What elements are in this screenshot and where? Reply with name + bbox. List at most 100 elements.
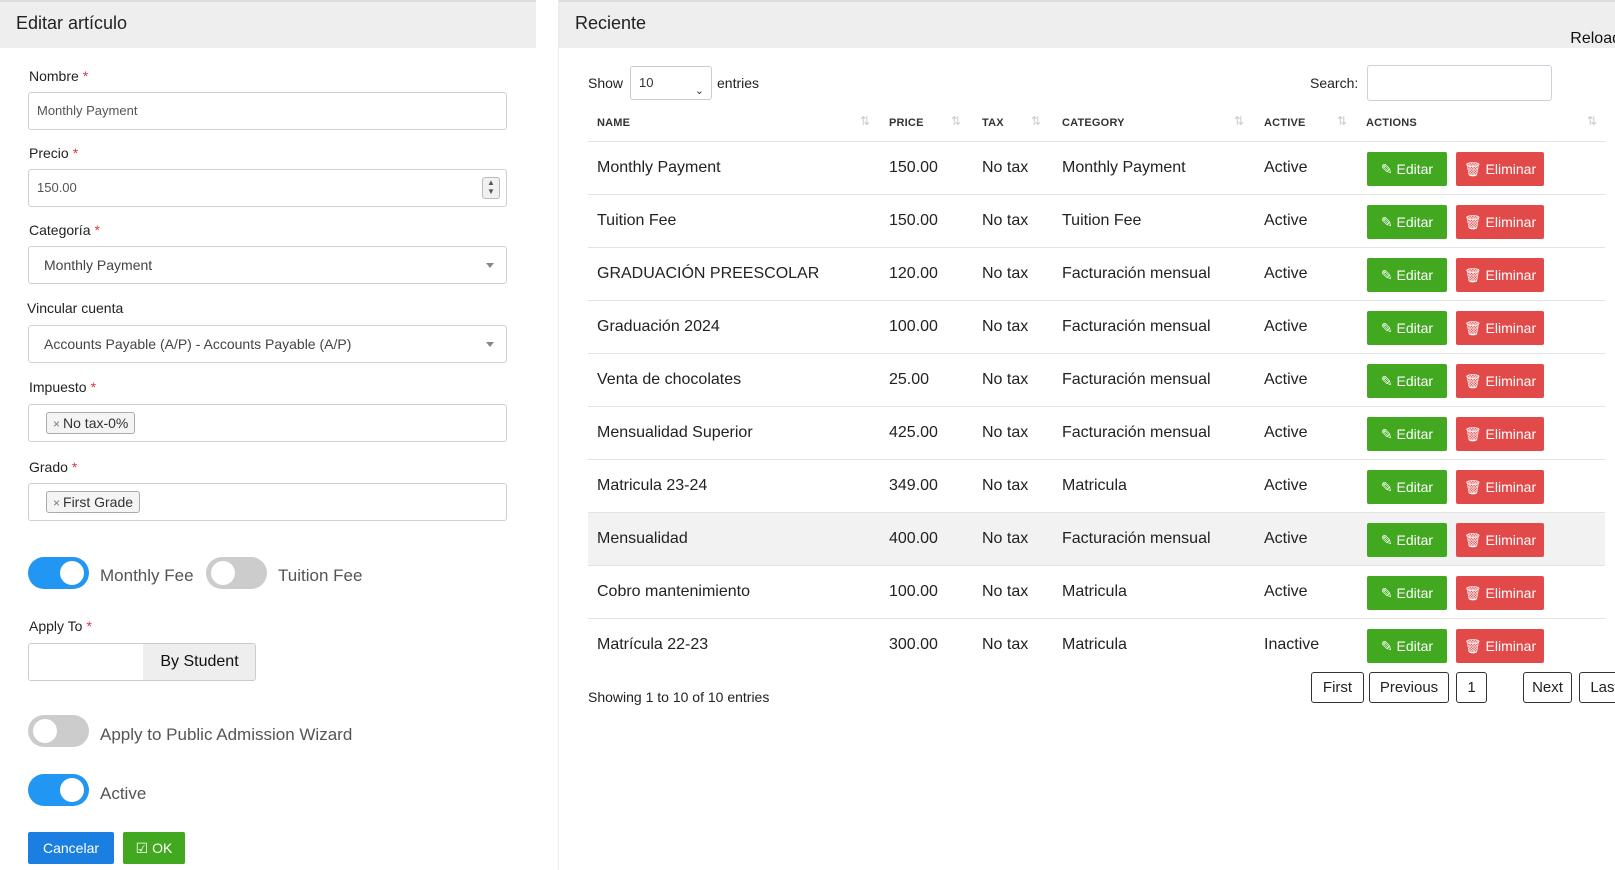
edit-button[interactable]: ✎ Editar	[1367, 576, 1447, 610]
sort-icon[interactable]: ⇅	[1031, 114, 1041, 128]
trash-icon: 🗑	[1463, 267, 1482, 283]
grado-label: Grado *	[29, 459, 78, 475]
pagination-previous[interactable]: Previous	[1369, 672, 1449, 703]
delete-button[interactable]: 🗑 Eliminar	[1456, 576, 1544, 610]
delete-button[interactable]: 🗑 Eliminar	[1456, 311, 1544, 345]
delete-label: Eliminar	[1485, 373, 1537, 389]
column-header-price[interactable]: PRICE	[889, 117, 924, 129]
cell-active: Active	[1264, 318, 1308, 335]
table-row: Venta de chocolates 25.00 No tax Facturació…	[588, 353, 1605, 406]
delete-button[interactable]: 🗑 Eliminar	[1456, 364, 1544, 398]
pagination-first[interactable]: First	[1311, 672, 1364, 703]
active-toggle[interactable]	[28, 774, 89, 806]
cell-tax: No tax	[982, 159, 1029, 176]
page-length-select[interactable]: 10 ⌄	[630, 66, 712, 100]
edit-button[interactable]: ✎ Editar	[1367, 417, 1447, 451]
trash-icon: 🗑	[1463, 532, 1482, 548]
sort-icon[interactable]: ⇅	[1587, 114, 1597, 128]
apply-to-empty-segment[interactable]	[29, 644, 143, 680]
cell-category: Facturación mensual	[1062, 318, 1211, 335]
edit-button[interactable]: ✎ Editar	[1367, 629, 1447, 663]
cell-name: Tuition Fee	[597, 212, 677, 229]
cell-tax: No tax	[982, 265, 1029, 282]
cell-tax: No tax	[982, 530, 1029, 547]
public-wizard-label: Apply to Public Admission Wizard	[100, 725, 353, 744]
table-row: Tuition Fee 150.00 No tax Tuition Fee Active…	[588, 194, 1605, 247]
monthly-fee-label: Monthly Fee	[100, 566, 194, 585]
recent-header: Reciente Reload	[559, 0, 1615, 48]
required-mark: *	[90, 379, 97, 395]
delete-button[interactable]: 🗑 Eliminar	[1456, 523, 1544, 557]
delete-label: Eliminar	[1485, 532, 1537, 548]
delete-label: Eliminar	[1485, 214, 1537, 230]
edit-button[interactable]: ✎ Editar	[1367, 205, 1447, 239]
trash-icon: 🗑	[1463, 426, 1482, 442]
number-spinner-icon[interactable]: ▲ ▼	[482, 177, 500, 199]
impuesto-tag[interactable]: × No tax-0%	[46, 412, 136, 434]
cell-tax: No tax	[982, 477, 1029, 494]
pagination-page-1[interactable]: 1	[1456, 672, 1487, 703]
delete-button[interactable]: 🗑 Eliminar	[1456, 205, 1544, 239]
cell-active: Active	[1264, 265, 1308, 282]
edit-button[interactable]: ✎ Editar	[1367, 523, 1447, 557]
delete-button[interactable]: 🗑 Eliminar	[1456, 258, 1544, 292]
nombre-label: Nombre *	[29, 68, 89, 84]
cell-category: Tuition Fee	[1062, 212, 1142, 229]
delete-button[interactable]: 🗑 Eliminar	[1456, 417, 1544, 451]
grado-tag[interactable]: × First Grade	[46, 491, 141, 513]
cancel-button[interactable]: Cancelar	[28, 832, 114, 864]
ok-label: OK	[152, 840, 173, 856]
edit-label: Editar	[1396, 479, 1434, 495]
ok-button[interactable]: ☑ OK	[123, 832, 185, 864]
precio-input[interactable]: 150.00 ▲ ▼	[28, 169, 507, 207]
edit-label: Editar	[1396, 373, 1434, 389]
categoria-select[interactable]: Monthly Payment	[28, 246, 507, 284]
remove-tag-icon[interactable]: ×	[53, 496, 60, 510]
nombre-input[interactable]: Monthly Payment	[28, 92, 507, 130]
search-input[interactable]	[1367, 65, 1552, 101]
delete-button[interactable]: 🗑 Eliminar	[1456, 629, 1544, 663]
reload-link[interactable]: Reload	[1570, 29, 1615, 49]
cell-category: Matricula	[1062, 583, 1127, 600]
edit-icon: ✎	[1380, 638, 1393, 654]
cell-name: Mensualidad Superior	[597, 424, 753, 441]
monthly-fee-toggle[interactable]	[28, 557, 89, 589]
edit-button[interactable]: ✎ Editar	[1367, 152, 1447, 186]
delete-button[interactable]: 🗑 Eliminar	[1456, 152, 1544, 186]
sort-icon[interactable]: ⇅	[1337, 114, 1347, 128]
remove-tag-icon[interactable]: ×	[53, 417, 60, 431]
categoria-value: Monthly Payment	[44, 257, 153, 273]
cell-active: Active	[1264, 583, 1308, 600]
delete-label: Eliminar	[1485, 585, 1537, 601]
delete-button[interactable]: 🗑 Eliminar	[1456, 470, 1544, 504]
impuesto-multiselect[interactable]: × No tax-0%	[28, 404, 507, 442]
cell-active: Active	[1264, 477, 1308, 494]
pagination-last[interactable]: Last	[1579, 672, 1615, 703]
active-label: Active	[100, 784, 147, 803]
cell-price: 425.00	[889, 424, 938, 441]
edit-button[interactable]: ✎ Editar	[1367, 470, 1447, 504]
cell-active: Active	[1264, 371, 1308, 388]
edit-button[interactable]: ✎ Editar	[1367, 311, 1447, 345]
column-header-name[interactable]: NAME	[597, 117, 630, 129]
table-row: Mensualidad 400.00 No tax Facturación mensu…	[588, 512, 1605, 565]
cell-price: 150.00	[889, 212, 938, 229]
public-wizard-toggle[interactable]	[28, 715, 89, 747]
vincular-select[interactable]: Accounts Payable (A/P) - Accounts Payabl…	[28, 325, 507, 363]
edit-button[interactable]: ✎ Editar	[1367, 258, 1447, 292]
edit-button[interactable]: ✎ Editar	[1367, 364, 1447, 398]
column-header-category[interactable]: CATEGORY	[1062, 117, 1125, 129]
column-header-tax[interactable]: TAX	[982, 117, 1004, 129]
pagination-next[interactable]: Next	[1523, 672, 1572, 703]
apply-to-group[interactable]: By Student	[28, 643, 256, 681]
column-header-active[interactable]: ACTIVE	[1264, 117, 1306, 129]
sort-icon[interactable]: ⇅	[951, 114, 961, 128]
cell-category: Facturación mensual	[1062, 371, 1211, 388]
grado-multiselect[interactable]: × First Grade	[28, 483, 507, 521]
tuition-fee-toggle[interactable]	[206, 557, 267, 589]
cell-price: 150.00	[889, 159, 938, 176]
apply-to-by-student[interactable]: By Student	[143, 644, 255, 680]
delete-label: Eliminar	[1485, 161, 1537, 177]
sort-icon[interactable]: ⇅	[1234, 114, 1244, 128]
sort-icon[interactable]: ⇅	[860, 114, 870, 128]
